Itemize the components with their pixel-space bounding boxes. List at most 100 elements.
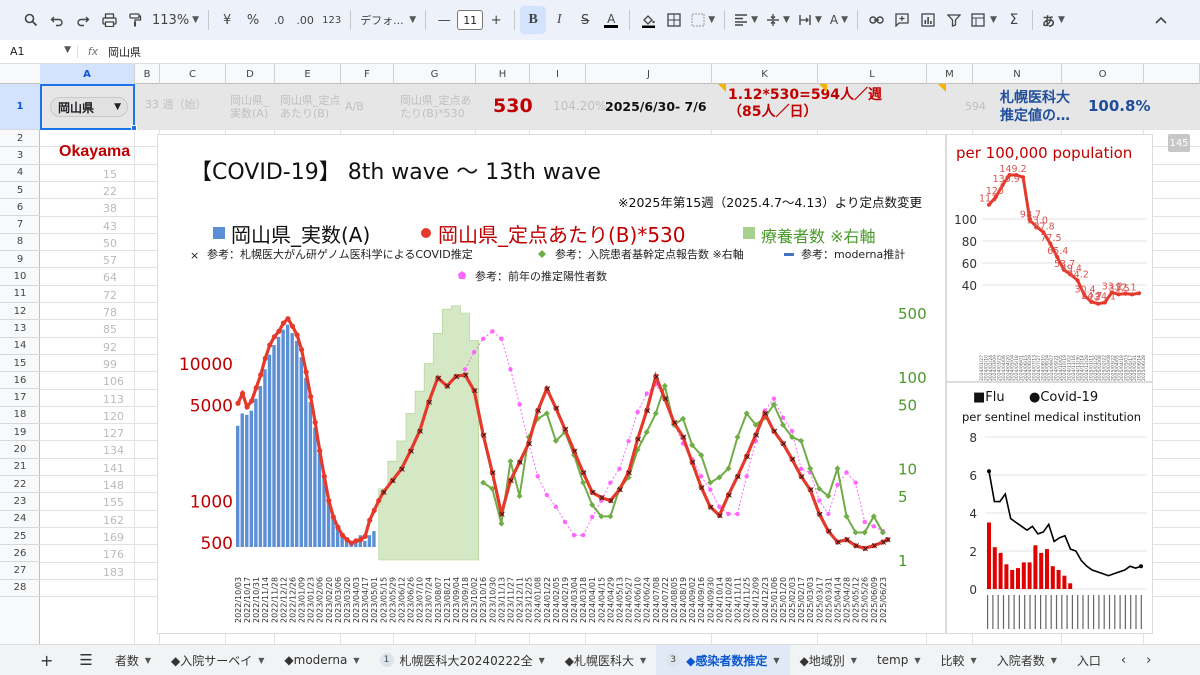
insert-chart-icon[interactable] [915,6,941,34]
cell-i1[interactable]: 104.20% [553,100,606,113]
main-chart[interactable]: 【COVID-19】 8th wave 〜 13th wave ※2025年第1… [157,134,946,634]
cell-c-value[interactable]: 78 [103,306,117,319]
chevron-up-icon[interactable] [1148,6,1174,34]
input-tools-button[interactable]: あ ▼ [1038,6,1069,34]
strikethrough-button[interactable]: S [572,6,598,34]
text-rotation-icon[interactable]: A ▼ [826,6,852,34]
sentinel-chart[interactable]: ■Flu ●Covid-19 per sentinel medical inst… [946,382,1153,634]
row-header-28[interactable]: 28 [0,580,40,598]
cell-c-value[interactable]: 92 [103,341,117,354]
cell-c-value[interactable]: 113 [103,393,124,406]
row-header-8[interactable]: 8 [0,234,40,252]
cell-c-value[interactable]: 127 [103,427,124,440]
row-header-21[interactable]: 21 [0,459,40,476]
column-header-g[interactable]: G [394,64,476,84]
row-header-23[interactable]: 23 [0,493,40,511]
borders-icon[interactable] [661,6,687,34]
row-header-15[interactable]: 15 [0,355,40,373]
cell-c-value[interactable]: 148 [103,479,124,492]
row-header-19[interactable]: 19 [0,424,40,442]
font-size-decrease-button[interactable]: — [431,6,457,34]
row-header-7[interactable]: 7 [0,217,40,234]
sheet-tab[interactable]: ◆入院サーベイ ▼ [161,645,274,675]
italic-button[interactable]: I [546,6,572,34]
cell-b1[interactable]: 33 週（始） [145,98,207,111]
sheet-tab[interactable]: 者数 ▼ [105,645,161,675]
cell-c-value[interactable]: 99 [103,358,117,371]
undo-icon[interactable] [44,6,70,34]
insert-comment-icon[interactable] [889,6,915,34]
functions-button[interactable]: Σ [1001,6,1027,34]
increase-decimal-button[interactable]: .00 [292,6,318,34]
fill-color-icon[interactable] [635,6,661,34]
row-header-3[interactable]: 3 [0,147,40,165]
sheet-tab[interactable]: 1 札幌医科大20240222全 ▼ [370,645,555,675]
sheet-tab[interactable]: 入口 [1067,645,1111,675]
cell-c-value[interactable]: 50 [103,237,117,250]
add-sheet-button[interactable]: + [0,645,67,675]
column-header-n[interactable]: N [973,64,1062,84]
formula-input[interactable]: 岡山県 [108,44,1200,60]
cell-c-value[interactable]: 64 [103,271,117,284]
cell-c-value[interactable]: 120 [103,410,124,423]
decrease-decimal-button[interactable]: .0 [266,6,292,34]
font-size-input[interactable]: 11 [457,10,484,30]
paint-format-icon[interactable] [122,6,148,34]
cell-c-value[interactable]: 38 [103,202,117,215]
column-header-h[interactable]: H [476,64,530,84]
number-format-button[interactable]: 123 [318,6,345,34]
row-header-10[interactable]: 10 [0,268,40,286]
row-header-12[interactable]: 12 [0,303,40,321]
cell-c-value[interactable]: 57 [103,254,117,267]
cell-c-value[interactable]: 183 [103,566,124,579]
row-header-4[interactable]: 4 [0,165,40,182]
column-header-a[interactable]: A [40,64,135,84]
column-header-k[interactable]: K [712,64,818,84]
sheet-tab[interactable]: 3 ◆感染者数推定 ▼ [656,644,790,675]
cell-d1[interactable]: 岡山県_ 実数(A) [230,94,269,120]
cell-c-value[interactable]: 72 [103,289,117,302]
cell-h1[interactable]: 530 [493,95,533,117]
column-header-b[interactable]: B [135,64,160,84]
cell-a1-selected[interactable]: 岡山県 ▼ [40,84,135,130]
fill-handle[interactable] [131,125,137,131]
cell-c-value[interactable]: 106 [103,375,124,388]
search-menus-icon[interactable] [18,6,44,34]
row-header-13[interactable]: 13 [0,320,40,338]
currency-format-button[interactable]: ¥ [214,6,240,34]
cell-c-value[interactable]: 169 [103,531,124,544]
cell-j1[interactable]: 2025/6/30- 7/6 [605,99,707,114]
column-header-l[interactable]: L [818,64,927,84]
row-header-1[interactable]: 1 [0,84,40,130]
percent-format-button[interactable]: % [240,6,266,34]
horizontal-align-icon[interactable]: ▼ [730,6,762,34]
text-wrap-icon[interactable]: ▼ [794,6,826,34]
cell-o1[interactable]: 100.8% [1088,97,1150,115]
cell-c-value[interactable]: 134 [103,444,124,457]
cell-c-value[interactable]: 141 [103,462,124,475]
cell-f1[interactable]: A/B [345,100,364,113]
column-header-d[interactable]: D [226,64,275,84]
cell-g1[interactable]: 岡山県_定点あ たり(B)*530 [400,94,472,120]
print-icon[interactable] [96,6,122,34]
bold-button[interactable]: B [520,6,547,34]
row-header-27[interactable]: 27 [0,563,40,580]
text-color-button[interactable]: A [598,6,624,34]
row-header-9[interactable]: 9 [0,251,40,269]
cell-k1[interactable]: 1.12*530=594人／週 （85人／日） [728,87,882,121]
per-100k-chart[interactable]: per 100,000 population 40 60 80 100 113 120 13… [946,134,1153,382]
filter-views-icon[interactable]: ▼ [967,6,1001,34]
cell-n1[interactable]: 札幌医科大 推定値の… [1000,89,1070,125]
scroll-tabs-left-button[interactable]: ‹ [1111,645,1136,675]
row-header-16[interactable]: 16 [0,372,40,390]
row-header-11[interactable]: 11 [0,286,40,303]
sheet-tab[interactable]: 比較 ▼ [931,645,987,675]
redo-icon[interactable] [70,6,96,34]
row-header-17[interactable]: 17 [0,390,40,407]
row-header-26[interactable]: 26 [0,545,40,563]
cell-c-value[interactable]: 162 [103,514,124,527]
row-header-6[interactable]: 6 [0,199,40,217]
row-header-24[interactable]: 24 [0,511,40,528]
row-header-20[interactable]: 20 [0,441,40,459]
row-header-18[interactable]: 18 [0,407,40,425]
